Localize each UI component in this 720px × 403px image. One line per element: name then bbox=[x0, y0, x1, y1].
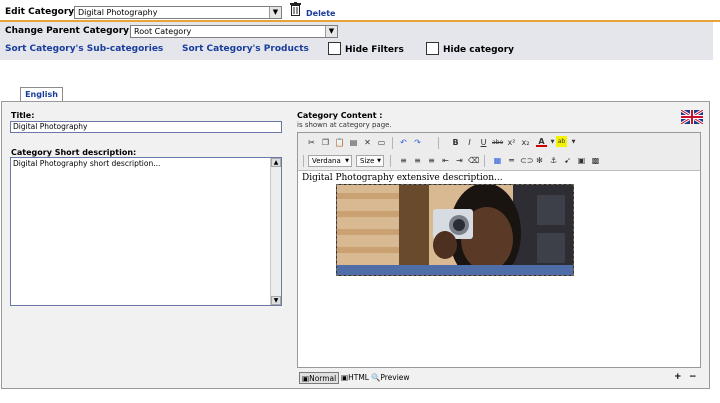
align-center-icon[interactable]: ≡ bbox=[412, 155, 423, 166]
undo-icon[interactable]: ↶ bbox=[398, 137, 409, 148]
sort-subcategories-link[interactable]: Sort Category's Sub-categories bbox=[5, 44, 163, 54]
mode-preview-label: Preview bbox=[380, 373, 410, 382]
superscript-icon[interactable]: x² bbox=[506, 137, 517, 148]
chevron-down-icon: ▼ bbox=[269, 7, 281, 18]
uk-flag-icon[interactable] bbox=[680, 108, 704, 126]
redo-icon[interactable]: ↷ bbox=[412, 137, 423, 148]
camera-photo-image[interactable] bbox=[336, 184, 574, 276]
toolbar-separator bbox=[484, 155, 485, 167]
short-description-label: Category Short description: bbox=[11, 148, 137, 157]
strikethrough-icon[interactable]: abe bbox=[492, 137, 503, 148]
chevron-down-icon: ▼ bbox=[325, 26, 337, 37]
bold-icon[interactable]: B bbox=[450, 137, 461, 148]
align-left-icon[interactable]: ≡ bbox=[398, 155, 409, 166]
toolbar-separator bbox=[392, 137, 393, 149]
align-right-icon[interactable]: ≡ bbox=[426, 155, 437, 166]
delete-icon[interactable]: ✕ bbox=[362, 137, 373, 148]
category-content-sublabel: is shown at category page. bbox=[297, 121, 392, 129]
mode-normal-label: Normal bbox=[309, 374, 337, 383]
hide-category-label: Hide category bbox=[443, 45, 515, 55]
parent-category-label: Change Parent Category : bbox=[5, 26, 136, 36]
select-all-icon[interactable]: ▭ bbox=[376, 137, 387, 148]
mode-html-button[interactable]: ▣HTML bbox=[339, 372, 371, 384]
font-size-select[interactable]: Size ▼ bbox=[356, 155, 384, 167]
hide-filters-label: Hide Filters bbox=[345, 45, 404, 55]
unlink-icon[interactable]: ✻ bbox=[534, 155, 545, 166]
cursor-icon[interactable]: ➹ bbox=[562, 155, 573, 166]
edit-category-label: Edit Category: bbox=[5, 7, 78, 17]
textarea-scrollbar[interactable]: ▲ ▼ bbox=[270, 158, 281, 305]
subscript-icon[interactable]: x₂ bbox=[520, 137, 531, 148]
hide-filters-checkbox[interactable] bbox=[328, 42, 341, 55]
trash-icon[interactable] bbox=[290, 2, 301, 16]
editor-mode-bar: ▣Normal ▣HTML 🔍Preview + − bbox=[297, 372, 701, 384]
content-text: Digital Photography extensive descriptio… bbox=[302, 173, 503, 183]
chevron-down-icon[interactable]: ▼ bbox=[568, 137, 579, 148]
editor-toolbar: ✂ ❐ 📋 ▤ ✕ ▭ ↶ ↷ B I U abe x² x₂ A ▼ ab ▼… bbox=[298, 133, 700, 171]
chevron-down-icon: ▼ bbox=[377, 158, 381, 164]
expand-editor-icon[interactable]: + bbox=[674, 372, 682, 382]
title-value: Digital Photography bbox=[13, 122, 88, 131]
underline-icon[interactable]: U bbox=[478, 137, 489, 148]
copy-icon[interactable]: ❐ bbox=[320, 137, 331, 148]
preview-mode-icon: 🔍 bbox=[371, 373, 381, 382]
title-input[interactable]: Digital Photography bbox=[10, 121, 282, 133]
font-color-icon[interactable]: A bbox=[536, 136, 547, 147]
table-icon[interactable]: ▦ bbox=[492, 155, 503, 166]
indent-icon[interactable]: ⇥ bbox=[454, 155, 465, 166]
remove-format-icon[interactable]: ⌫ bbox=[468, 155, 479, 166]
cut-icon[interactable]: ✂ bbox=[306, 137, 317, 148]
edit-category-select[interactable]: Digital Photography ▼ bbox=[74, 6, 282, 19]
edit-category-value: Digital Photography bbox=[78, 8, 158, 17]
mode-normal-button[interactable]: ▣Normal bbox=[299, 372, 340, 384]
paste-word-icon[interactable]: ▤ bbox=[348, 137, 359, 148]
italic-icon[interactable]: I bbox=[464, 137, 475, 148]
mode-html-label: HTML bbox=[348, 373, 369, 382]
category-content-label: Category Content : bbox=[297, 111, 383, 120]
delete-link[interactable]: Delete bbox=[306, 9, 335, 18]
short-description-value: Digital Photography short description... bbox=[13, 159, 161, 168]
grid-icon[interactable]: ▩ bbox=[590, 155, 601, 166]
scroll-down-icon[interactable]: ▼ bbox=[271, 296, 281, 305]
shrink-editor-icon[interactable]: − bbox=[689, 372, 697, 382]
scroll-up-icon[interactable]: ▲ bbox=[271, 158, 281, 167]
font-family-value: Verdana bbox=[312, 157, 341, 165]
parent-category-value: Root Category bbox=[134, 27, 192, 36]
image-icon[interactable]: ▣ bbox=[576, 155, 587, 166]
top-bar: Edit Category: Digital Photography ▼ Del… bbox=[0, 0, 720, 22]
rich-text-editor: ✂ ❐ 📋 ▤ ✕ ▭ ↶ ↷ B I U abe x² x₂ A ▼ ab ▼… bbox=[297, 132, 701, 368]
category-settings-bar: Change Parent Category : Root Category ▼… bbox=[0, 22, 713, 60]
mode-preview-button[interactable]: 🔍Preview bbox=[369, 372, 412, 384]
editor-content-area[interactable]: Digital Photography extensive descriptio… bbox=[298, 172, 700, 367]
toolbar-separator bbox=[303, 155, 304, 167]
toolbar-separator bbox=[438, 137, 439, 149]
highlight-color-icon[interactable]: ab bbox=[556, 136, 567, 147]
paste-icon[interactable]: 📋 bbox=[334, 137, 345, 148]
hide-category-checkbox[interactable] bbox=[426, 42, 439, 55]
short-description-textarea[interactable]: Digital Photography short description...… bbox=[10, 157, 282, 306]
chevron-down-icon: ▼ bbox=[345, 158, 349, 164]
horizontal-rule-icon[interactable]: ═ bbox=[506, 155, 517, 166]
outdent-icon[interactable]: ⇤ bbox=[440, 155, 451, 166]
anchor-icon[interactable]: ⚓ bbox=[548, 155, 559, 166]
parent-category-select[interactable]: Root Category ▼ bbox=[130, 25, 338, 38]
toolbar-separator bbox=[390, 155, 391, 167]
font-family-select[interactable]: Verdana ▼ bbox=[308, 155, 352, 167]
font-size-value: Size bbox=[360, 157, 375, 165]
link-icon[interactable]: ⊂⊃ bbox=[520, 155, 533, 166]
sort-products-link[interactable]: Sort Category's Products bbox=[182, 44, 309, 54]
title-label: Title: bbox=[11, 111, 35, 120]
tab-english[interactable]: English bbox=[20, 87, 63, 102]
